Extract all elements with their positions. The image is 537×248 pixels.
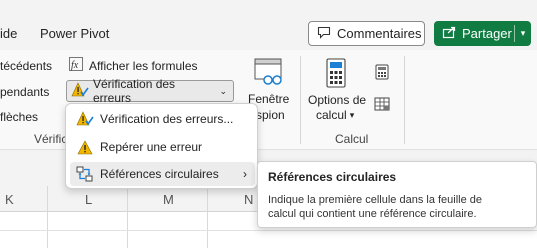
- watch-window-icon[interactable]: [254, 58, 284, 89]
- tooltip-title: Références circulaires: [268, 170, 397, 184]
- menu-item-circular-references[interactable]: Références circulaires ›: [70, 162, 255, 186]
- chevron-right-icon: ›: [243, 167, 247, 181]
- error-checking-button[interactable]: Vérification des erreurs ⌄: [66, 77, 234, 105]
- share-label: Partager: [462, 26, 512, 41]
- watch-window-label-line2[interactable]: spion: [256, 108, 285, 122]
- column-header-l[interactable]: L: [85, 192, 92, 207]
- menu-item-trace-error[interactable]: Repérer une erreur: [70, 135, 255, 159]
- menu-item-label: Vérification des erreurs...: [100, 112, 234, 126]
- remove-arrows-label[interactable]: flèches: [0, 110, 38, 124]
- chevron-down-icon: ⌄: [219, 85, 227, 96]
- warning-icon: [70, 139, 100, 155]
- tab-power-pivot[interactable]: Power Pivot: [40, 26, 109, 41]
- circular-reference-icon: [70, 166, 100, 182]
- error-check-icon: [70, 111, 100, 127]
- column-header-m[interactable]: M: [163, 192, 174, 207]
- svg-text:fx: fx: [71, 60, 79, 71]
- show-formulas-button[interactable]: fx Afficher les formules: [68, 56, 198, 75]
- calc-options-label-line1[interactable]: Options de: [308, 93, 366, 107]
- menu-item-error-checking[interactable]: Vérification des erreurs...: [70, 107, 255, 131]
- group-separator: [300, 56, 301, 144]
- chevron-down-icon: ▾: [349, 109, 355, 120]
- grid-line: [127, 186, 128, 248]
- tooltip-body: Indique la première cellule dans la feui…: [268, 194, 483, 220]
- calculation-group-label: Calcul: [335, 132, 369, 146]
- grid-line: [47, 186, 48, 248]
- error-check-icon: [71, 81, 89, 101]
- menu-item-label: Repérer une erreur: [100, 140, 203, 154]
- error-checking-label: Vérification des erreurs: [93, 77, 176, 105]
- formula-icon: fx: [68, 56, 84, 75]
- tooltip: Références circulaires Indique la premiè…: [257, 161, 537, 228]
- share-button[interactable]: Partager ▾: [434, 21, 531, 46]
- share-chevron-icon[interactable]: ▾: [515, 28, 531, 39]
- trace-precedents-label[interactable]: técédents: [0, 59, 52, 73]
- show-formulas-label: Afficher les formules: [89, 58, 198, 73]
- calculate-now-icon[interactable]: [374, 64, 390, 83]
- comments-button[interactable]: Commentaires: [308, 21, 425, 46]
- error-checking-menu: Vérification des erreurs... Repérer une …: [65, 103, 258, 189]
- share-icon: [442, 25, 457, 42]
- comments-label: Commentaires: [337, 26, 422, 41]
- calc-options-label-line2: calcul: [316, 108, 347, 122]
- grid-line: [207, 186, 208, 248]
- trace-dependents-label[interactable]: pendants: [0, 85, 49, 99]
- column-header-n[interactable]: N: [244, 192, 253, 207]
- group-separator: [404, 56, 405, 144]
- comment-icon: [317, 26, 331, 42]
- column-header-k[interactable]: K: [5, 192, 14, 207]
- calculator-icon[interactable]: [326, 58, 346, 91]
- grid-line: [0, 230, 537, 231]
- calc-options-button[interactable]: calcul ▾: [316, 108, 354, 122]
- menu-item-label: Références circulaires: [100, 167, 219, 181]
- menu-bar: ide Power Pivot Commentaires Partager ▾: [0, 0, 537, 50]
- calculate-sheet-icon[interactable]: [374, 96, 390, 115]
- tab-ide[interactable]: ide: [0, 26, 17, 41]
